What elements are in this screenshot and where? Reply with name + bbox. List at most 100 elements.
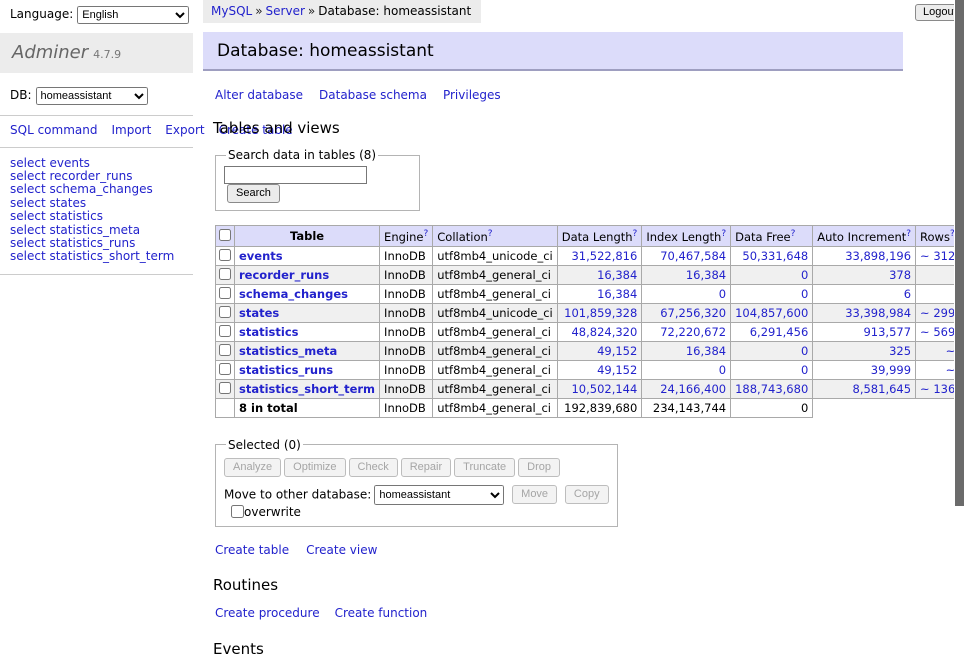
data-free-cell-link[interactable]: 0 <box>801 344 808 358</box>
row-checkbox[interactable] <box>219 287 231 299</box>
row-checkbox[interactable] <box>219 363 231 375</box>
data-length-cell-link[interactable]: 48,824,320 <box>571 325 637 339</box>
row-checkbox[interactable] <box>219 382 231 394</box>
data-length-cell-link[interactable]: 49,152 <box>597 344 637 358</box>
overwrite-option[interactable]: overwrite <box>231 505 301 519</box>
repair-button[interactable]: Repair <box>401 458 451 477</box>
vertical-scrollbar[interactable] <box>954 0 966 543</box>
index-length-cell-link[interactable]: 16,384 <box>686 268 726 282</box>
index-length-cell-link[interactable]: 72,220,672 <box>660 325 726 339</box>
data-length-cell-link[interactable]: 16,384 <box>597 287 637 301</box>
index-length-cell-link[interactable]: 0 <box>719 287 726 301</box>
table-name-link[interactable]: statistics_meta <box>239 344 337 358</box>
data-free-cell-link[interactable]: 0 <box>801 268 808 282</box>
index-length-cell-link[interactable]: 0 <box>719 363 726 377</box>
search-button[interactable]: Search <box>227 184 280 203</box>
sidebar-table-link-0[interactable]: select events <box>10 157 183 170</box>
table-row: recorder_runsInnoDButf8mb4_general_ci16,… <box>216 265 966 284</box>
column-header-index-length: Index Length? <box>642 226 731 247</box>
auto-increment-cell-link[interactable]: 8,581,645 <box>853 382 912 396</box>
table-name-link[interactable]: states <box>239 306 279 320</box>
table-name-link[interactable]: events <box>239 249 283 263</box>
auto-increment-cell-link[interactable]: 39,999 <box>871 363 911 377</box>
data-length-cell-link[interactable]: 10,502,144 <box>571 382 637 396</box>
row-checkbox[interactable] <box>219 325 231 337</box>
breadcrumb-link-1[interactable]: Server <box>266 4 305 18</box>
auto-increment-cell-link[interactable]: 325 <box>889 344 911 358</box>
auto-increment-cell-link[interactable]: 378 <box>889 268 911 282</box>
auto-increment-cell-link[interactable]: 33,398,984 <box>845 306 911 320</box>
data-length-cell-link[interactable]: 31,522,816 <box>571 249 637 263</box>
sidebar-nav-link-2[interactable]: Export <box>165 123 204 137</box>
table-name-link[interactable]: statistics_short_term <box>239 382 375 396</box>
search-input[interactable] <box>224 166 367 184</box>
copy-button[interactable]: Copy <box>565 485 609 504</box>
db-action-link-2[interactable]: Privileges <box>443 88 501 102</box>
data-length-cell-link[interactable]: 49,152 <box>597 363 637 377</box>
overwrite-checkbox[interactable] <box>231 505 244 518</box>
index-length-cell-link[interactable]: 16,384 <box>686 344 726 358</box>
data-free-cell-link[interactable]: 104,857,600 <box>735 306 808 320</box>
db-action-link-0[interactable]: Alter database <box>215 88 303 102</box>
row-checkbox[interactable] <box>219 344 231 356</box>
data-free-cell-link[interactable]: 0 <box>801 363 808 377</box>
table-name-link[interactable]: statistics <box>239 325 299 339</box>
scrollbar-thumb[interactable] <box>955 0 964 506</box>
routine-link-0[interactable]: Create procedure <box>215 606 320 620</box>
sidebar-table-link-5[interactable]: select statistics_meta <box>10 224 183 237</box>
index-length-cell-link[interactable]: 70,467,584 <box>660 249 726 263</box>
analyze-button[interactable]: Analyze <box>224 458 281 477</box>
create-link-1[interactable]: Create view <box>306 543 377 557</box>
help-link[interactable]: ? <box>423 229 428 239</box>
auto-increment-cell: 913,577 <box>813 322 916 341</box>
sidebar-table-link-2[interactable]: select schema_changes <box>10 183 183 196</box>
create-link-0[interactable]: Create table <box>215 543 289 557</box>
db-select[interactable]: homeassistant <box>36 87 148 105</box>
routine-link-1[interactable]: Create function <box>335 606 428 620</box>
auto-increment-cell: 33,898,196 <box>813 246 916 265</box>
data-free-cell-link[interactable]: 6,291,456 <box>750 325 809 339</box>
total-empty-cell <box>216 398 235 417</box>
data-free-cell-link[interactable]: 50,331,648 <box>742 249 808 263</box>
optimize-button[interactable]: Optimize <box>284 458 345 477</box>
auto-increment-cell-link[interactable]: 6 <box>904 287 911 301</box>
breadcrumb-link-0[interactable]: MySQL <box>211 4 252 18</box>
sidebar-table-link-4[interactable]: select statistics <box>10 210 183 223</box>
data-length-cell-link[interactable]: 16,384 <box>597 268 637 282</box>
auto-increment-cell-link[interactable]: 33,898,196 <box>845 249 911 263</box>
sidebar-table-link-7[interactable]: select statistics_short_term <box>10 250 183 263</box>
index-length-cell-link[interactable]: 67,256,320 <box>660 306 726 320</box>
sidebar-table-link-1[interactable]: select recorder_runs <box>10 170 183 183</box>
help-link[interactable]: ? <box>488 229 493 239</box>
auto-increment-cell-link[interactable]: 913,577 <box>863 325 911 339</box>
db-action-link-1[interactable]: Database schema <box>319 88 427 102</box>
app-name[interactable]: Adminer <box>12 42 88 63</box>
data-free-cell-link[interactable]: 188,743,680 <box>735 382 808 396</box>
row-checkbox[interactable] <box>219 249 231 261</box>
check-button[interactable]: Check <box>349 458 398 477</box>
table-name-link[interactable]: statistics_runs <box>239 363 333 377</box>
sidebar-nav-links: SQL commandImportExportCreate table <box>0 116 193 147</box>
row-checkbox[interactable] <box>219 306 231 318</box>
move-database-select[interactable]: homeassistant <box>374 485 504 505</box>
row-checkbox[interactable] <box>219 268 231 280</box>
sidebar-nav-link-0[interactable]: SQL command <box>10 123 97 137</box>
table-name-link[interactable]: schema_changes <box>239 287 348 301</box>
data-free-cell-link[interactable]: 0 <box>801 287 808 301</box>
help-link[interactable]: ? <box>721 229 726 239</box>
help-link[interactable]: ? <box>906 229 911 239</box>
move-button[interactable]: Move <box>512 485 557 504</box>
drop-button[interactable]: Drop <box>518 458 560 477</box>
select-all-checkbox[interactable] <box>219 229 231 241</box>
language-select[interactable]: English <box>77 6 189 24</box>
sidebar-table-link-3[interactable]: select states <box>10 197 183 210</box>
column-header-auto-increment: Auto Increment? <box>813 226 916 247</box>
sidebar-nav-link-1[interactable]: Import <box>111 123 151 137</box>
data-length-cell-link[interactable]: 101,859,328 <box>564 306 637 320</box>
sidebar-table-link-6[interactable]: select statistics_runs <box>10 237 183 250</box>
help-link[interactable]: ? <box>791 229 796 239</box>
table-name-link[interactable]: recorder_runs <box>239 268 329 282</box>
truncate-button[interactable]: Truncate <box>454 458 515 477</box>
index-length-cell-link[interactable]: 24,166,400 <box>660 382 726 396</box>
help-link[interactable]: ? <box>633 229 638 239</box>
